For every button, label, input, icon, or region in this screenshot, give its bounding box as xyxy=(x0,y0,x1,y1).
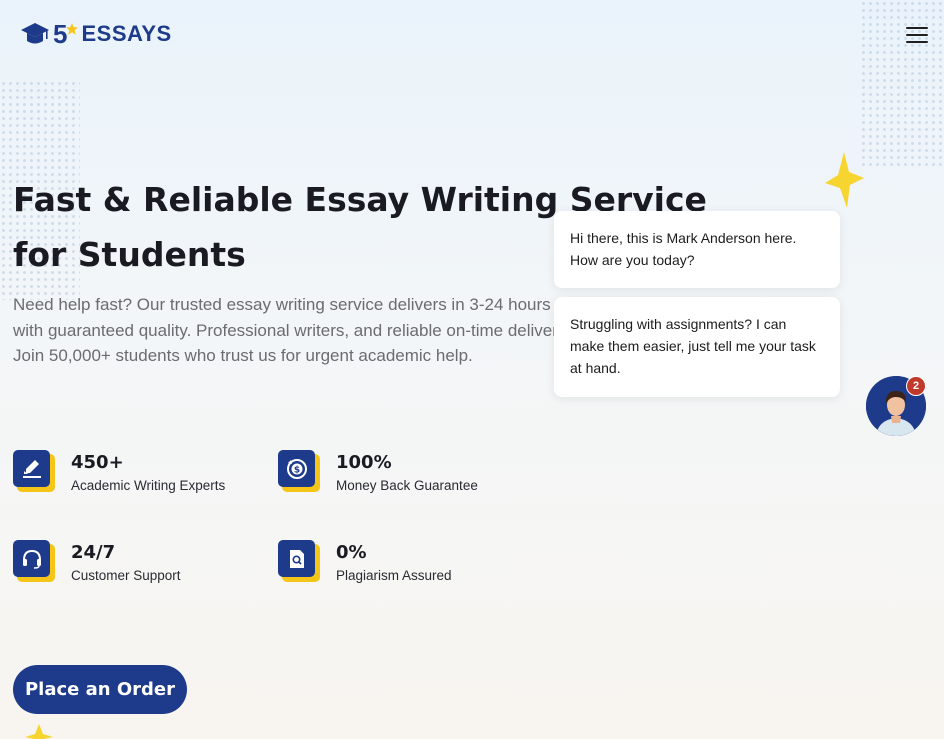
stat-label: Money Back Guarantee xyxy=(336,478,478,493)
unread-count-badge: 2 xyxy=(906,376,926,396)
star-decoration-icon xyxy=(825,152,864,208)
stat-value: 100% xyxy=(336,452,392,473)
graduation-cap-icon xyxy=(21,23,49,44)
stat-label: Plagiarism Assured xyxy=(336,568,452,583)
svg-text:$: $ xyxy=(293,465,299,475)
headset-icon xyxy=(22,549,41,569)
money-back-icon: $ xyxy=(286,458,307,479)
hamburger-menu-icon[interactable] xyxy=(906,26,928,44)
stat-plagiarism: 0% Plagiarism Assured xyxy=(278,540,452,583)
background-dot-map-right xyxy=(860,0,944,170)
logo-text: ESSAYS xyxy=(81,21,172,46)
stat-customer-support: 24/7 Customer Support xyxy=(13,540,181,583)
hero-description: Need help fast? Our trusted essay writin… xyxy=(13,295,570,365)
stat-writing-experts: 450+ Academic Writing Experts xyxy=(13,450,225,493)
stat-money-back: $ 100% Money Back Guarantee xyxy=(278,450,478,493)
stat-label: Academic Writing Experts xyxy=(71,478,226,493)
writing-hand-icon xyxy=(22,459,41,478)
chat-message: Hi there, this is Mark Anderson here. Ho… xyxy=(554,211,840,288)
place-order-button[interactable]: Place an Order xyxy=(13,665,187,714)
stat-label: Customer Support xyxy=(71,568,181,583)
logo-star-icon xyxy=(66,23,79,35)
brand-logo[interactable]: 5 ESSAYS xyxy=(20,18,172,50)
chat-launcher-button[interactable]: 2 xyxy=(866,376,926,436)
chat-message: Struggling with assignments? I can make … xyxy=(554,297,840,397)
stat-value: 24/7 xyxy=(71,542,116,563)
document-search-icon xyxy=(289,549,304,568)
stat-value: 0% xyxy=(336,542,367,563)
star-decoration-bottom-icon xyxy=(25,724,53,739)
stat-value: 450+ xyxy=(71,452,124,473)
